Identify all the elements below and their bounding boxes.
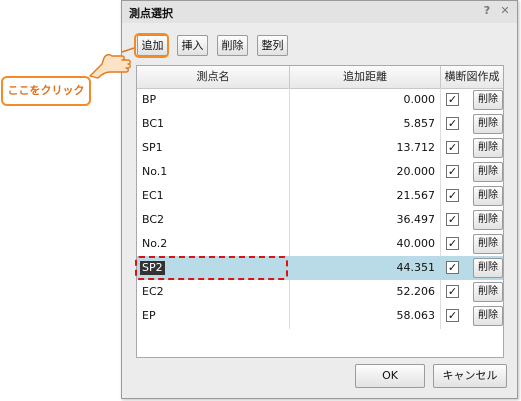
help-icon[interactable]: ? <box>480 4 494 18</box>
sort-button[interactable]: 整列 <box>257 35 288 56</box>
table-row[interactable]: SP1 13.712 ✓ 削除 <box>137 136 503 160</box>
row-delete-button[interactable]: 削除 <box>473 210 503 230</box>
cross-section-checkbox[interactable]: ✓ <box>446 213 459 226</box>
table-row[interactable]: EP 58.063 ✓ 削除 <box>137 304 503 328</box>
station-name-cell[interactable]: SP1 <box>142 136 163 160</box>
close-icon[interactable]: ✕ <box>498 4 512 18</box>
click-here-callout: ここをクリック <box>1 76 91 106</box>
table-row[interactable]: No.1 20.000 ✓ 削除 <box>137 160 503 184</box>
header-distance[interactable]: 追加距離 <box>290 66 440 88</box>
title-bar: 測点選択 ? ✕ <box>122 1 517 23</box>
distance-cell[interactable]: 40.000 <box>289 232 436 256</box>
insert-button[interactable]: 挿入 <box>177 35 208 56</box>
cross-section-checkbox[interactable]: ✓ <box>446 189 459 202</box>
cross-section-checkbox[interactable]: ✓ <box>446 165 459 178</box>
distance-cell[interactable]: 52.206 <box>289 280 436 304</box>
station-name-cell[interactable]: BC2 <box>142 208 164 232</box>
cross-section-checkbox[interactable]: ✓ <box>446 261 459 274</box>
cross-section-checkbox[interactable]: ✓ <box>446 285 459 298</box>
station-grid: 測点名 追加距離 横断図作成 BP 0.000 ✓ 削除 BC1 5.857 ✓ 削除 SP1 1… <box>136 65 504 358</box>
grid-header: 測点名 追加距離 横断図作成 <box>137 66 503 89</box>
table-row[interactable]: No.2 40.000 ✓ 削除 <box>137 232 503 256</box>
row-delete-button[interactable]: 削除 <box>473 258 503 278</box>
row-delete-button[interactable]: 削除 <box>473 162 503 182</box>
distance-cell[interactable]: 36.497 <box>289 208 436 232</box>
row-delete-button[interactable]: 削除 <box>473 306 503 326</box>
delete-button[interactable]: 削除 <box>217 35 248 56</box>
table-row[interactable]: BP 0.000 ✓ 削除 <box>137 88 503 112</box>
row-delete-button[interactable]: 削除 <box>473 114 503 134</box>
row-delete-button[interactable]: 削除 <box>473 90 503 110</box>
distance-cell[interactable]: 5.857 <box>289 112 436 136</box>
header-cross-section[interactable]: 横断図作成 <box>441 66 503 88</box>
distance-cell[interactable]: 21.567 <box>289 184 436 208</box>
cross-section-checkbox[interactable]: ✓ <box>446 309 459 322</box>
cross-section-checkbox[interactable]: ✓ <box>446 117 459 130</box>
station-name-cell[interactable]: EP <box>142 304 156 328</box>
distance-cell[interactable]: 13.712 <box>289 136 436 160</box>
station-name-cell[interactable]: No.1 <box>142 160 167 184</box>
distance-cell[interactable]: 44.351 <box>289 256 436 280</box>
station-name-cell[interactable]: EC1 <box>142 184 164 208</box>
dialog-title: 測点選択 <box>129 7 173 20</box>
distance-cell[interactable]: 58.063 <box>289 304 436 328</box>
header-station-name[interactable]: 測点名 <box>137 66 289 88</box>
station-select-dialog: 測点選択 ? ✕ 追加 挿入 削除 整列 測点名 追加距離 横断図作成 BP 0.… <box>121 0 518 399</box>
distance-cell[interactable]: 20.000 <box>289 160 436 184</box>
row-delete-button[interactable]: 削除 <box>473 234 503 254</box>
table-row[interactable]: EC2 52.206 ✓ 削除 <box>137 280 503 304</box>
station-name-cell[interactable]: BC1 <box>142 112 164 136</box>
table-row[interactable]: BC2 36.497 ✓ 削除 <box>137 208 503 232</box>
table-row[interactable]: EC1 21.567 ✓ 削除 <box>137 184 503 208</box>
add-button-highlight <box>134 33 169 58</box>
distance-cell[interactable]: 0.000 <box>289 88 436 112</box>
row-delete-button[interactable]: 削除 <box>473 186 503 206</box>
station-name-cell[interactable]: BP <box>142 88 156 112</box>
cross-section-checkbox[interactable]: ✓ <box>446 237 459 250</box>
row-delete-button[interactable]: 削除 <box>473 138 503 158</box>
station-name-cell[interactable]: No.2 <box>142 232 167 256</box>
cross-section-checkbox[interactable]: ✓ <box>446 141 459 154</box>
pointing-hand-icon <box>88 46 136 83</box>
station-name-cell[interactable]: EC2 <box>142 280 164 304</box>
cancel-button[interactable]: キャンセル <box>433 364 507 388</box>
ok-button[interactable]: OK <box>355 364 425 388</box>
row-delete-button[interactable]: 削除 <box>473 282 503 302</box>
cross-section-checkbox[interactable]: ✓ <box>446 93 459 106</box>
selected-row-highlight <box>135 256 288 280</box>
table-row[interactable]: BC1 5.857 ✓ 削除 <box>137 112 503 136</box>
